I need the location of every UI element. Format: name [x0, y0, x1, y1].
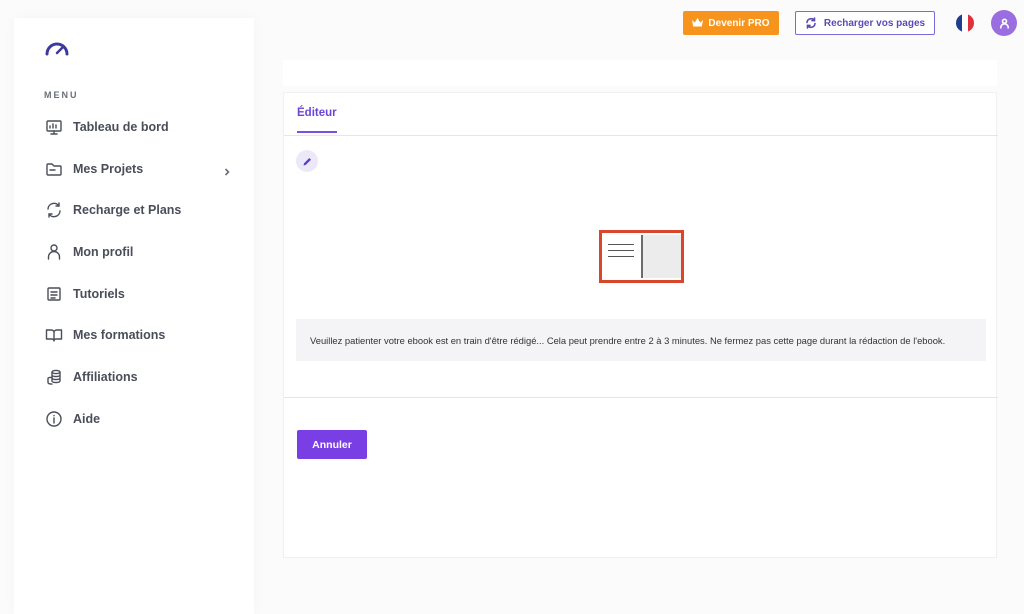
sidebar-item-aide[interactable]: Aide — [44, 405, 234, 433]
open-book-illustration-icon — [599, 230, 684, 283]
edit-button[interactable] — [296, 150, 318, 172]
sidebar-item-label: Mes formations — [73, 328, 166, 342]
folder-icon — [44, 159, 64, 179]
user-avatar-icon[interactable] — [991, 10, 1017, 36]
refresh-icon — [806, 17, 816, 29]
refresh-icon — [44, 200, 64, 220]
sidebar-item-label: Recharge et Plans — [73, 203, 182, 217]
pencil-icon — [303, 157, 311, 165]
annuler-button[interactable]: Annuler — [297, 430, 367, 459]
sidebar-item-label: Mon profil — [73, 245, 134, 259]
gauge-logo-icon[interactable] — [44, 38, 70, 58]
sidebar-item-label: Tableau de bord — [73, 120, 169, 134]
sidebar-item-tutoriels[interactable]: Tutoriels — [44, 280, 234, 308]
crown-icon — [692, 18, 704, 27]
section-divider — [284, 397, 998, 398]
chevron-right-icon[interactable] — [222, 164, 232, 176]
sidebar-item-recharge-et-plans[interactable]: Recharge et Plans — [44, 196, 234, 224]
info-icon — [44, 409, 64, 429]
sidebar-item-mes-projets[interactable]: Mes Projets — [44, 155, 234, 183]
tab-divider — [284, 135, 998, 136]
user-icon — [44, 242, 64, 262]
sidebar: MENU Tableau de bord Mes Projets Recharg… — [14, 18, 254, 614]
recharger-pages-label: Recharger vos pages — [823, 17, 926, 29]
menu-title: MENU — [44, 90, 79, 100]
presentation-board-icon — [44, 117, 64, 137]
france-flag-icon[interactable] — [956, 14, 974, 32]
open-book-icon — [44, 325, 64, 345]
sidebar-item-label: Aide — [73, 412, 101, 426]
ebook-generation-notice: Veuillez patienter votre ebook est en tr… — [296, 319, 986, 361]
sidebar-item-mes-formations[interactable]: Mes formations — [44, 321, 234, 349]
sidebar-item-affiliations[interactable]: Affiliations — [44, 363, 234, 391]
sidebar-item-tableau-de-bord[interactable]: Tableau de bord — [44, 113, 234, 141]
sidebar-item-label: Mes Projets — [73, 162, 144, 176]
sidebar-item-label: Affiliations — [73, 370, 138, 384]
sidebar-item-mon-profil[interactable]: Mon profil — [44, 238, 234, 266]
recharger-pages-button[interactable]: Recharger vos pages — [795, 11, 935, 35]
devenir-pro-button[interactable]: Devenir PRO — [683, 11, 779, 35]
page-header-strip — [283, 60, 997, 86]
editor-panel: Éditeur Veuillez patienter votre ebook e… — [283, 92, 998, 558]
tab-editeur[interactable]: Éditeur — [297, 107, 337, 133]
devenir-pro-label: Devenir PRO — [708, 17, 770, 29]
sidebar-item-label: Tutoriels — [73, 287, 125, 301]
coins-icon — [44, 367, 64, 387]
document-list-icon — [44, 284, 64, 304]
